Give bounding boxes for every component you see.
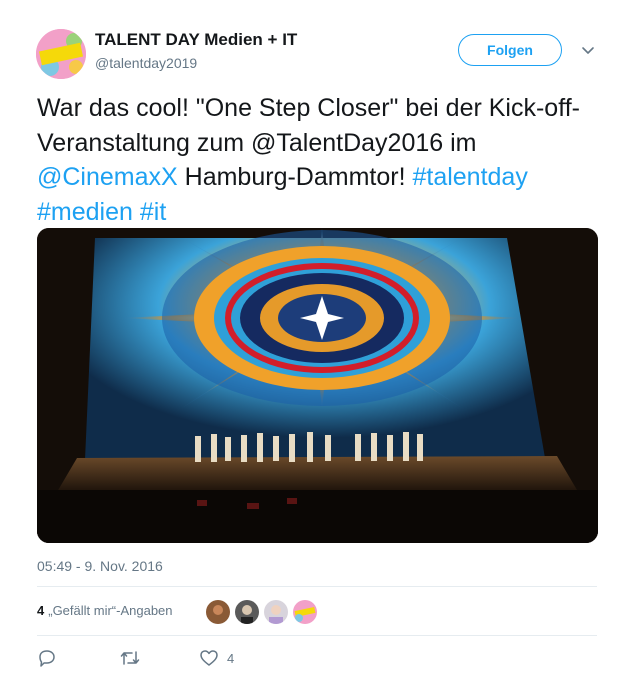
heart-icon — [199, 648, 219, 668]
likes-label: „Gefällt mir“-Angaben — [48, 603, 173, 618]
reply-icon — [37, 648, 57, 668]
reply-button[interactable] — [37, 648, 65, 668]
follow-button[interactable]: Folgen — [458, 34, 562, 66]
tweet-text-segment — [133, 198, 140, 226]
likes-count: 4 — [37, 603, 45, 618]
tweet-timestamp[interactable]: 05:49 - 9. Nov. 2016 — [37, 558, 163, 574]
liker-avatar[interactable] — [235, 600, 259, 624]
tweet-text: War das cool! "One Step Closer" bei der … — [37, 91, 597, 229]
likes-summary[interactable]: 4 „Gefällt mir“-Angaben — [37, 603, 173, 618]
hashtag-link-it[interactable]: #it — [140, 198, 166, 226]
hashtag-link-medien[interactable]: #medien — [37, 198, 133, 226]
liker-avatar[interactable] — [293, 600, 317, 624]
author-handle[interactable]: @talentday2019 — [95, 55, 197, 71]
divider — [37, 586, 597, 587]
chevron-down-icon[interactable] — [580, 42, 596, 58]
divider — [37, 635, 597, 636]
tweet-actions: 4 — [37, 648, 597, 672]
retweet-icon — [119, 648, 141, 668]
author-avatar[interactable] — [36, 29, 86, 79]
tweet-text-segment: Hamburg-Dammtor! — [177, 163, 413, 191]
tweet-text-segment: War das cool! "One Step Closer" bei der … — [37, 94, 580, 157]
author-name[interactable]: TALENT DAY Medien + IT — [95, 30, 297, 50]
liker-avatars — [206, 600, 317, 624]
like-button[interactable]: 4 — [199, 648, 234, 668]
tweet-media-image[interactable] — [37, 228, 598, 543]
mention-link-cinemaxx[interactable]: @CinemaxX — [37, 163, 178, 191]
like-count: 4 — [227, 650, 235, 666]
liker-avatar[interactable] — [206, 600, 230, 624]
retweet-button[interactable] — [119, 648, 149, 668]
hashtag-link-talentday[interactable]: #talentday — [412, 163, 527, 191]
liker-avatar[interactable] — [264, 600, 288, 624]
